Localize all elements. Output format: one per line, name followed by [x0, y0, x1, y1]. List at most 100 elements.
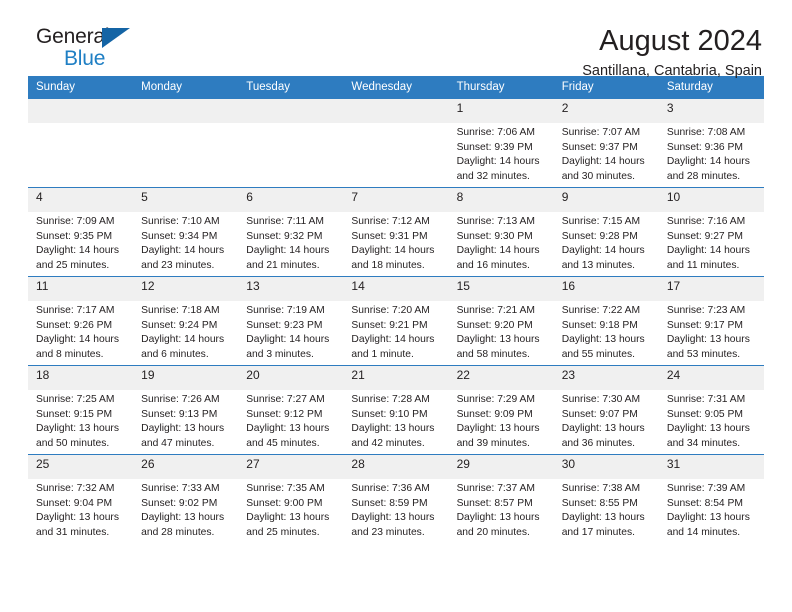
day-number: 26	[133, 455, 239, 479]
daylight-text: Daylight: 13 hours and 23 minutes.	[351, 512, 435, 539]
sunset-text: Sunset: 9:02 PM	[141, 497, 218, 509]
weekday-header-thursday: Thursday	[448, 76, 554, 99]
calendar-cell-empty	[238, 98, 344, 188]
day-details: Sunrise: 7:12 AM Sunset: 9:31 PM Daylight:…	[343, 212, 448, 274]
day-number: 3	[658, 99, 764, 123]
daylight-text: Daylight: 13 hours and 42 minutes.	[351, 423, 435, 450]
sunset-text: Sunset: 9:26 PM	[36, 319, 113, 331]
sunset-text: Sunset: 9:39 PM	[456, 141, 533, 153]
sunset-text: Sunset: 9:15 PM	[36, 408, 113, 420]
calendar-day-cell[interactable]: 11 Sunrise: 7:17 AM Sunset: 9:26 PM Dayligh…	[28, 276, 134, 366]
calendar-day-cell[interactable]: 9 Sunrise: 7:15 AM Sunset: 9:28 PM Daylight…	[553, 187, 659, 277]
calendar-day-cell[interactable]: 27 Sunrise: 7:35 AM Sunset: 9:00 PM Dayligh…	[238, 454, 344, 544]
sunrise-text: Sunrise: 7:37 AM	[456, 483, 535, 494]
calendar-day-cell[interactable]: 3 Sunrise: 7:08 AM Sunset: 9:36 PM Daylight…	[658, 98, 764, 188]
calendar-day-cell[interactable]: 12 Sunrise: 7:18 AM Sunset: 9:24 PM Dayligh…	[133, 276, 239, 366]
day-details: Sunrise: 7:38 AM Sunset: 8:55 PM Daylight:…	[554, 479, 659, 541]
calendar-day-cell[interactable]: 24 Sunrise: 7:31 AM Sunset: 9:05 PM Dayligh…	[658, 365, 764, 455]
day-details: Sunrise: 7:28 AM Sunset: 9:10 PM Daylight:…	[343, 390, 448, 452]
calendar-day-cell[interactable]: 13 Sunrise: 7:19 AM Sunset: 9:23 PM Dayligh…	[238, 276, 344, 366]
sunset-text: Sunset: 9:12 PM	[246, 408, 323, 420]
calendar-day-cell[interactable]: 14 Sunrise: 7:20 AM Sunset: 9:21 PM Dayligh…	[343, 276, 449, 366]
calendar-day-cell[interactable]: 2 Sunrise: 7:07 AM Sunset: 9:37 PM Daylight…	[553, 98, 659, 188]
calendar-day-cell[interactable]: 10 Sunrise: 7:16 AM Sunset: 9:27 PM Dayligh…	[658, 187, 764, 277]
calendar-day-cell[interactable]: 17 Sunrise: 7:23 AM Sunset: 9:17 PM Dayligh…	[658, 276, 764, 366]
day-details: Sunrise: 7:22 AM Sunset: 9:18 PM Daylight:…	[554, 301, 659, 363]
sunset-text: Sunset: 8:59 PM	[351, 497, 428, 509]
page-title: August 2024	[599, 25, 762, 57]
sunrise-text: Sunrise: 7:08 AM	[666, 127, 746, 138]
sunset-text: Sunset: 9:30 PM	[456, 230, 533, 242]
daylight-text: Daylight: 14 hours and 18 minutes.	[351, 245, 435, 272]
day-details: Sunrise: 7:13 AM Sunset: 9:30 PM Daylight:…	[449, 212, 554, 274]
calendar-day-cell[interactable]: 31 Sunrise: 7:39 AM Sunset: 8:54 PM Dayligh…	[658, 454, 764, 544]
calendar-day-cell[interactable]: 15 Sunrise: 7:21 AM Sunset: 9:20 PM Dayligh…	[448, 276, 554, 366]
daylight-text: Daylight: 13 hours and 53 minutes.	[666, 334, 750, 361]
calendar-day-cell[interactable]: 1 Sunrise: 7:06 AM Sunset: 9:39 PM Daylight…	[448, 98, 554, 188]
sunset-text: Sunset: 8:55 PM	[561, 497, 638, 509]
daylight-text: Daylight: 13 hours and 34 minutes.	[666, 423, 750, 450]
day-details: Sunrise: 7:18 AM Sunset: 9:24 PM Daylight:…	[133, 301, 238, 363]
general-blue-logo[interactable]: General Blue	[28, 26, 148, 69]
day-details: Sunrise: 7:17 AM Sunset: 9:26 PM Daylight:…	[28, 301, 133, 363]
calendar-header-row: Sunday Monday Tuesday Wednesday Thursday Frid…	[28, 76, 764, 99]
calendar-day-cell[interactable]: 19 Sunrise: 7:26 AM Sunset: 9:13 PM Dayligh…	[133, 365, 239, 455]
day-details: Sunrise: 7:26 AM Sunset: 9:13 PM Daylight:…	[133, 390, 238, 452]
calendar-day-cell[interactable]: 20 Sunrise: 7:27 AM Sunset: 9:12 PM Dayligh…	[238, 365, 344, 455]
calendar-page: General Blue August 2024 Santillana, Can…	[0, 0, 792, 612]
sunrise-text: Sunrise: 7:09 AM	[36, 216, 115, 227]
calendar-day-cell[interactable]: 6 Sunrise: 7:11 AM Sunset: 9:32 PM Daylight…	[238, 187, 344, 277]
daylight-text: Daylight: 13 hours and 39 minutes.	[456, 423, 540, 450]
calendar-day-cell[interactable]: 16 Sunrise: 7:22 AM Sunset: 9:18 PM Dayligh…	[553, 276, 659, 366]
calendar-day-cell[interactable]: 21 Sunrise: 7:28 AM Sunset: 9:10 PM Dayligh…	[343, 365, 449, 455]
day-details: Sunrise: 7:06 AM Sunset: 9:39 PM Daylight:…	[449, 123, 554, 185]
day-number: 12	[133, 277, 239, 301]
day-number: 2	[553, 99, 659, 123]
calendar-day-cell[interactable]: 7 Sunrise: 7:12 AM Sunset: 9:31 PM Daylight…	[343, 187, 449, 277]
calendar-day-cell[interactable]: 25 Sunrise: 7:32 AM Sunset: 9:04 PM Dayligh…	[28, 454, 134, 544]
day-details: Sunrise: 7:11 AM Sunset: 9:32 PM Daylight:…	[238, 212, 343, 274]
logo-word-general: General	[36, 25, 110, 48]
calendar-day-cell[interactable]: 30 Sunrise: 7:38 AM Sunset: 8:55 PM Dayligh…	[553, 454, 659, 544]
sunset-text: Sunset: 9:32 PM	[246, 230, 323, 242]
day-details: Sunrise: 7:37 AM Sunset: 8:57 PM Daylight:…	[449, 479, 554, 541]
sunrise-text: Sunrise: 7:35 AM	[246, 483, 325, 494]
calendar-day-cell[interactable]: 5 Sunrise: 7:10 AM Sunset: 9:34 PM Daylight…	[133, 187, 239, 277]
sunrise-text: Sunrise: 7:28 AM	[351, 394, 430, 405]
day-number: 18	[28, 366, 134, 390]
weekday-header-saturday: Saturday	[658, 76, 764, 99]
calendar-day-cell[interactable]: 8 Sunrise: 7:13 AM Sunset: 9:30 PM Daylight…	[448, 187, 554, 277]
day-details: Sunrise: 7:29 AM Sunset: 9:09 PM Daylight:…	[449, 390, 554, 452]
sunset-text: Sunset: 9:20 PM	[456, 319, 533, 331]
day-number	[28, 99, 134, 123]
page-subtitle: Santillana, Cantabria, Spain	[582, 63, 762, 80]
sunset-text: Sunset: 9:24 PM	[141, 319, 218, 331]
calendar-day-cell[interactable]: 18 Sunrise: 7:25 AM Sunset: 9:15 PM Dayligh…	[28, 365, 134, 455]
daylight-text: Daylight: 14 hours and 23 minutes.	[141, 245, 225, 272]
calendar-day-cell[interactable]: 28 Sunrise: 7:36 AM Sunset: 8:59 PM Dayligh…	[343, 454, 449, 544]
day-details: Sunrise: 7:15 AM Sunset: 9:28 PM Daylight:…	[554, 212, 659, 274]
daylight-text: Daylight: 13 hours and 25 minutes.	[246, 512, 330, 539]
sunrise-text: Sunrise: 7:27 AM	[246, 394, 325, 405]
day-number: 11	[28, 277, 134, 301]
sunset-text: Sunset: 9:10 PM	[351, 408, 428, 420]
sunrise-text: Sunrise: 7:16 AM	[666, 216, 746, 227]
day-number: 7	[343, 188, 449, 212]
calendar-day-cell[interactable]: 26 Sunrise: 7:33 AM Sunset: 9:02 PM Dayligh…	[133, 454, 239, 544]
sunset-text: Sunset: 9:07 PM	[561, 408, 638, 420]
calendar-day-cell[interactable]: 29 Sunrise: 7:37 AM Sunset: 8:57 PM Dayligh…	[448, 454, 554, 544]
sunrise-text: Sunrise: 7:36 AM	[351, 483, 430, 494]
sunrise-text: Sunrise: 7:22 AM	[561, 305, 641, 316]
calendar-day-cell[interactable]: 4 Sunrise: 7:09 AM Sunset: 9:35 PM Daylight…	[28, 187, 134, 277]
calendar-week-row: 25 Sunrise: 7:32 AM Sunset: 9:04 PM Dayligh…	[28, 454, 764, 544]
sunset-text: Sunset: 9:23 PM	[246, 319, 323, 331]
sunset-text: Sunset: 8:57 PM	[456, 497, 533, 509]
calendar-day-cell[interactable]: 22 Sunrise: 7:29 AM Sunset: 9:09 PM Dayligh…	[448, 365, 554, 455]
day-number: 30	[553, 455, 659, 479]
day-details: Sunrise: 7:20 AM Sunset: 9:21 PM Daylight:…	[343, 301, 448, 363]
day-number: 19	[133, 366, 239, 390]
calendar-day-cell[interactable]: 23 Sunrise: 7:30 AM Sunset: 9:07 PM Dayligh…	[553, 365, 659, 455]
sunset-text: Sunset: 8:54 PM	[666, 497, 743, 509]
calendar-week-row: 11 Sunrise: 7:17 AM Sunset: 9:26 PM Dayligh…	[28, 276, 764, 366]
sunset-text: Sunset: 9:37 PM	[561, 141, 638, 153]
